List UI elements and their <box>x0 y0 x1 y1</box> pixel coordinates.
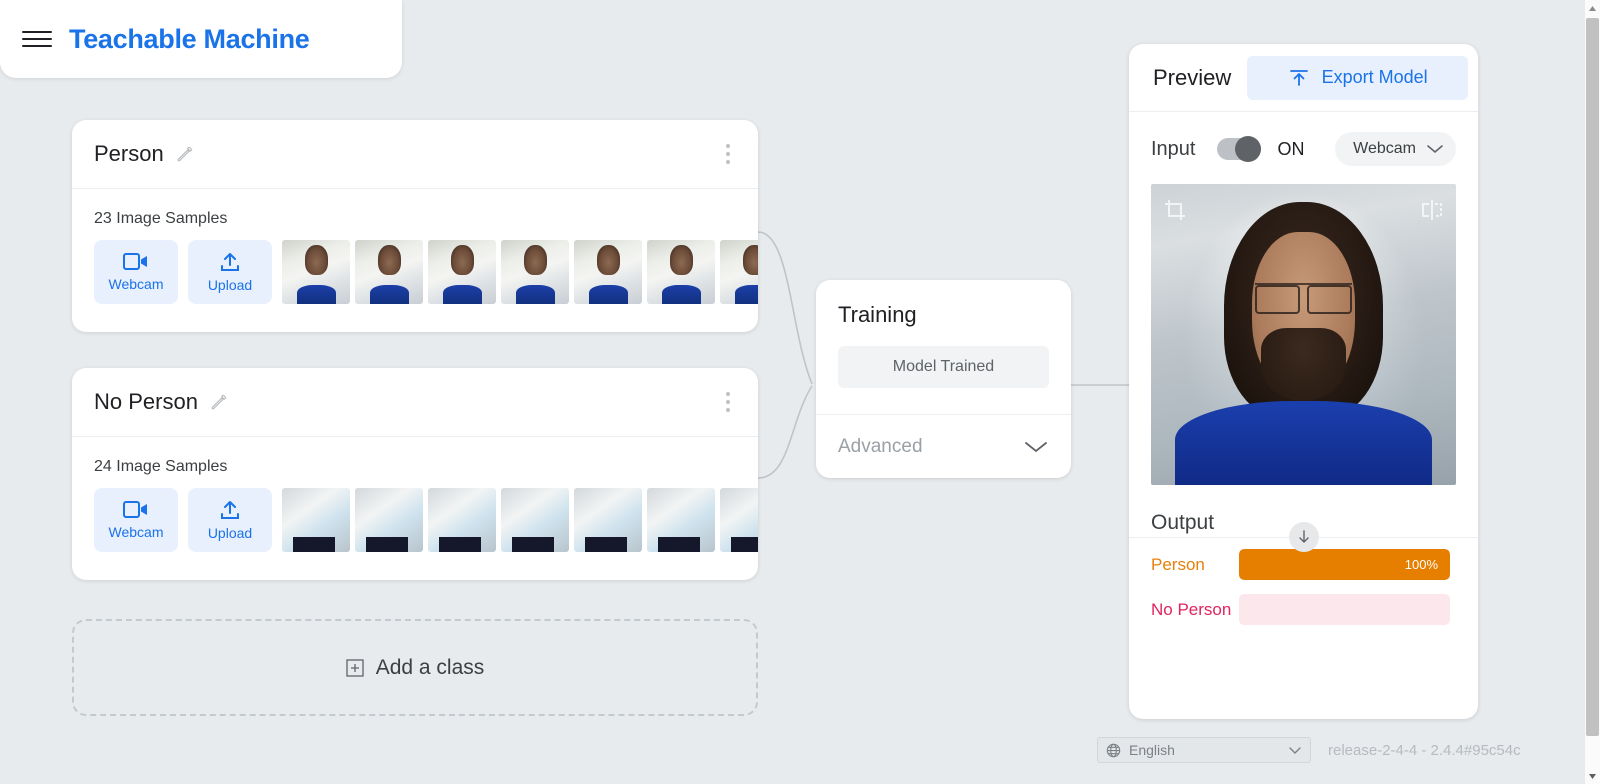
upload-icon <box>218 252 242 272</box>
language-label: English <box>1129 742 1175 758</box>
sample-thumbnail[interactable] <box>720 488 758 552</box>
sample-thumbnail[interactable] <box>720 240 758 304</box>
webcam-button-label: Webcam <box>109 276 164 292</box>
output-bar-fill: 100% <box>1239 549 1450 580</box>
output-class-label: Person <box>1151 555 1239 575</box>
sample-count-label: 24 Image Samples <box>72 437 758 476</box>
webcam-subject-shirt <box>1175 401 1431 485</box>
upload-icon <box>218 500 242 520</box>
webcam-button[interactable]: Webcam <box>94 240 178 304</box>
sample-source-row: Webcam Upload <box>72 228 758 304</box>
output-bar-track: 100% <box>1239 549 1450 580</box>
class-options-menu-button[interactable] <box>716 142 740 166</box>
sample-thumbnail-strip[interactable] <box>282 488 758 552</box>
version-label: release-2-4-4 - 2.4.4#95c54c <box>1328 742 1521 759</box>
advanced-settings-toggle[interactable]: Advanced <box>816 414 1071 478</box>
sample-thumbnail[interactable] <box>501 240 569 304</box>
flip-camera-icon[interactable] <box>1420 198 1444 222</box>
input-toggle[interactable] <box>1217 138 1261 160</box>
edit-pencil-icon[interactable] <box>175 144 195 164</box>
output-row: No Person <box>1129 580 1478 625</box>
video-camera-icon <box>123 252 149 271</box>
webcam-subject-glasses <box>1255 283 1353 310</box>
upload-button-label: Upload <box>208 525 252 541</box>
app-root: Teachable Machine Person 23 Image Sample… <box>0 0 1600 784</box>
scrollbar-thumb[interactable] <box>1586 18 1599 736</box>
add-class-label: Add a class <box>376 656 485 680</box>
class-options-menu-button[interactable] <box>716 390 740 414</box>
input-source-label: Webcam <box>1353 140 1416 158</box>
class-card-no-person: No Person 24 Image Samples Webcam Uploa <box>72 368 758 580</box>
sample-thumbnail-strip[interactable] <box>282 240 758 304</box>
class-name[interactable]: No Person <box>94 389 198 415</box>
sample-thumbnail[interactable] <box>282 240 350 304</box>
input-source-select[interactable]: Webcam <box>1335 132 1456 166</box>
class-card-header: No Person <box>72 368 758 437</box>
language-select[interactable]: English <box>1097 737 1311 763</box>
upload-button-label: Upload <box>208 277 252 293</box>
sample-thumbnail[interactable] <box>428 240 496 304</box>
output-class-label: No Person <box>1151 600 1239 620</box>
preview-header: Preview Export Model <box>1129 44 1478 112</box>
toggle-state-label: ON <box>1277 139 1304 160</box>
upload-button[interactable]: Upload <box>188 488 272 552</box>
app-header: Teachable Machine <box>0 0 402 78</box>
webcam-button-label: Webcam <box>109 524 164 540</box>
sample-source-row: Webcam Upload <box>72 476 758 552</box>
sample-count-label: 23 Image Samples <box>72 189 758 228</box>
preview-title: Preview <box>1153 65 1231 91</box>
video-camera-icon <box>123 500 149 519</box>
arrow-down-icon <box>1289 522 1319 552</box>
chevron-down-icon <box>1426 143 1444 155</box>
webcam-preview[interactable] <box>1151 184 1456 485</box>
train-model-button[interactable]: Model Trained <box>838 346 1049 388</box>
export-model-label: Export Model <box>1322 67 1428 88</box>
input-row: Input ON Webcam <box>1129 112 1478 166</box>
sample-thumbnail[interactable] <box>355 240 423 304</box>
app-title: Teachable Machine <box>69 24 309 55</box>
add-box-icon <box>346 659 364 677</box>
class-name[interactable]: Person <box>94 141 164 167</box>
webcam-subject-beard <box>1261 328 1346 400</box>
scroll-down-arrow-icon[interactable] <box>1585 768 1600 784</box>
sample-thumbnail[interactable] <box>574 240 642 304</box>
upload-button[interactable]: Upload <box>188 240 272 304</box>
training-title: Training <box>816 280 1071 328</box>
hamburger-menu-icon[interactable] <box>22 28 52 50</box>
crop-icon[interactable] <box>1163 198 1187 222</box>
globe-icon <box>1106 743 1121 758</box>
export-model-button[interactable]: Export Model <box>1247 56 1468 100</box>
chevron-down-icon <box>1288 745 1302 755</box>
sample-thumbnail[interactable] <box>574 488 642 552</box>
training-panel: Training Model Trained Advanced <box>816 280 1071 478</box>
class-card-header: Person <box>72 120 758 189</box>
input-label: Input <box>1151 138 1195 161</box>
output-percent-label: 100% <box>1405 557 1450 572</box>
sample-thumbnail[interactable] <box>428 488 496 552</box>
sample-thumbnail[interactable] <box>501 488 569 552</box>
sample-thumbnail[interactable] <box>647 488 715 552</box>
edit-pencil-icon[interactable] <box>209 392 229 412</box>
preview-panel: Preview Export Model Input ON Webcam <box>1129 44 1478 719</box>
sample-thumbnail[interactable] <box>282 488 350 552</box>
page-scrollbar[interactable] <box>1585 0 1600 784</box>
output-bar-track <box>1239 594 1450 625</box>
add-class-button[interactable]: Add a class <box>72 619 758 716</box>
webcam-button[interactable]: Webcam <box>94 488 178 552</box>
toggle-knob <box>1235 136 1261 162</box>
chevron-down-icon <box>1023 439 1049 455</box>
advanced-label: Advanced <box>838 436 923 458</box>
sample-thumbnail[interactable] <box>355 488 423 552</box>
scroll-up-arrow-icon[interactable] <box>1585 0 1600 16</box>
upload-icon <box>1288 68 1310 88</box>
sample-thumbnail[interactable] <box>647 240 715 304</box>
class-card-person: Person 23 Image Samples Webcam Upload <box>72 120 758 332</box>
